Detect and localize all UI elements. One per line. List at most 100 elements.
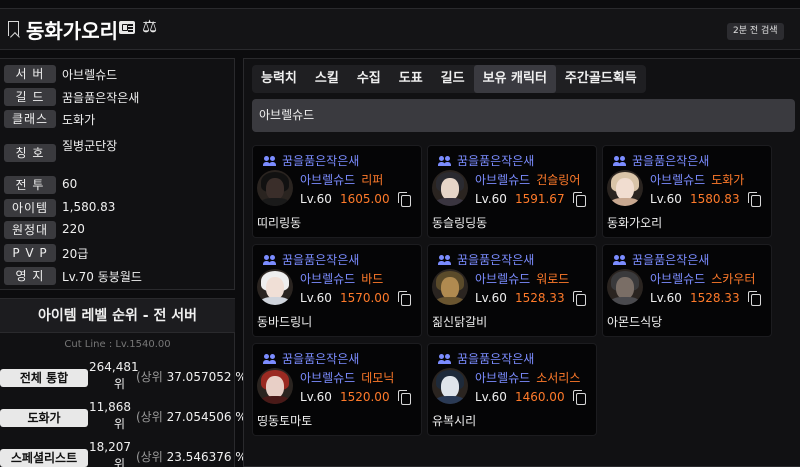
rank-label: 전체 통합	[0, 369, 88, 387]
info-label: 칭 호	[4, 144, 56, 162]
info-row-item-level: 아이템 1,580.83	[0, 197, 235, 219]
cutline-text: Cut Line : Lv.1540.00	[64, 339, 171, 350]
card-level: Lv.60 1520.00	[300, 390, 390, 404]
copy-icon[interactable]	[748, 192, 761, 207]
info-label: P V P	[4, 244, 56, 262]
avatar-face	[266, 376, 284, 398]
avatar-face	[266, 178, 284, 200]
info-label: 전 투	[4, 176, 56, 194]
copy-icon[interactable]	[573, 390, 586, 405]
character-card[interactable]: 꿈을품은작은새 아브렐슈드 리퍼 Lv.60 1605.00 띠리링동	[252, 145, 422, 238]
card-server-class: 아브렐슈드 건슬링어	[475, 173, 581, 187]
copy-icon[interactable]	[398, 192, 411, 207]
rank-number: 18,207 위	[89, 440, 131, 467]
card-character-name: 동바드링니	[257, 315, 313, 329]
character-card[interactable]: 꿈을품은작은새 아브렐슈드 건슬링어 Lv.60 1591.67 동슬링딩동	[427, 145, 597, 238]
card-character-name: 동슬링딩동	[432, 216, 488, 230]
main-panel: 능력치 스킬 수집 도표 길드 보유 캐릭터 주간골드획득 아브렐슈드 꿈을품은…	[243, 58, 800, 467]
card-guild[interactable]: 꿈을품은작은새	[263, 350, 359, 367]
info-value: 질병군단장	[62, 139, 118, 153]
card-guild[interactable]: 꿈을품은작은새	[438, 350, 534, 367]
copy-icon[interactable]	[398, 390, 411, 405]
avatar	[432, 368, 468, 404]
info-row-guild: 길 드 꿈을품은작은새	[0, 86, 235, 108]
info-row-expedition: 원정대 220	[0, 219, 235, 241]
info-row-estate: 영 지 Lv.70 동붕월드	[0, 265, 235, 287]
card-guild[interactable]: 꿈을품은작은새	[438, 152, 534, 169]
tab-guild[interactable]: 길드	[432, 65, 474, 93]
character-card[interactable]: 꿈을품은작은새 아브렐슈드 소서리스 Lv.60 1460.00 유복시리	[427, 343, 597, 436]
character-info-panel: 서 버 아브렐슈드 길 드 꿈을품은작은새 클래스 도화가 칭 호 질병군단장 …	[0, 58, 235, 290]
avatar-body	[435, 198, 465, 206]
card-level: Lv.60 1605.00	[300, 192, 390, 206]
ranking-title: 아이템 레벨 순위 - 전 서버	[0, 299, 235, 333]
rank-label: 스페셜리스트	[0, 449, 88, 467]
card-guild[interactable]: 꿈을품은작은새	[438, 251, 534, 268]
character-card[interactable]: 꿈을품은작은새 아브렐슈드 데모닉 Lv.60 1520.00 띵동토마토	[252, 343, 422, 436]
character-card[interactable]: 꿈을품은작은새 아브렐슈드 스카우터 Lv.60 1528.33 아몬드식당	[602, 244, 772, 337]
avatar	[257, 368, 293, 404]
tab-collection[interactable]: 수집	[348, 65, 390, 93]
copy-icon[interactable]	[398, 291, 411, 306]
card-guild[interactable]: 꿈을품은작은새	[263, 152, 359, 169]
copy-icon[interactable]	[748, 291, 761, 306]
users-icon	[438, 255, 452, 265]
tab-stats[interactable]: 능력치	[252, 65, 306, 93]
avatar-body	[260, 198, 290, 206]
avatar-face	[616, 277, 634, 299]
users-icon	[613, 255, 627, 265]
info-label: 길 드	[4, 88, 56, 106]
info-row-pvp: P V P 20급	[0, 242, 235, 264]
rank-row-overall: 전체 통합 264,481 위 (상위 37.057052 %	[0, 359, 250, 399]
card-server-class: 아브렐슈드 바드	[300, 272, 384, 286]
users-icon	[263, 255, 277, 265]
rank-label: 도화가	[0, 409, 88, 427]
avatar-body	[610, 297, 640, 305]
tab-charts[interactable]: 도표	[390, 65, 432, 93]
card-level: Lv.60 1570.00	[300, 291, 390, 305]
info-value: 꿈을품은작은새	[62, 91, 140, 105]
card-server-class: 아브렐슈드 데모닉	[300, 371, 395, 385]
search-time-badge[interactable]: 2분 전 검색	[727, 23, 784, 40]
server-group-header: 아브렐슈드	[252, 99, 795, 132]
character-card[interactable]: 꿈을품은작은새 아브렐슈드 워로드 Lv.60 1528.33 짊신닭갈비	[427, 244, 597, 337]
avatar-face	[441, 376, 459, 398]
copy-icon[interactable]	[573, 291, 586, 306]
avatar-face	[266, 277, 284, 299]
card-level: Lv.60 1528.33	[475, 291, 565, 305]
avatar-face	[441, 277, 459, 299]
avatar	[607, 170, 643, 206]
info-row-combat: 전 투 60	[0, 174, 235, 196]
card-server-class: 아브렐슈드 워로드	[475, 272, 570, 286]
character-name: 동화가오리	[26, 19, 118, 43]
bookmark-icon[interactable]	[8, 21, 19, 36]
card-guild[interactable]: 꿈을품은작은새	[263, 251, 359, 268]
card-guild[interactable]: 꿈을품은작은새	[613, 152, 709, 169]
avatar-body	[610, 198, 640, 206]
avatar	[432, 269, 468, 305]
avatar-face	[441, 178, 459, 200]
avatar-body	[435, 297, 465, 305]
avatar	[257, 269, 293, 305]
tab-owned-characters[interactable]: 보유 캐릭터	[473, 65, 556, 93]
users-icon	[263, 354, 277, 364]
scale-icon[interactable]: ⚖	[142, 18, 162, 36]
character-card[interactable]: 꿈을품은작은새아브렐슈드 바드 Lv.60 1570.00 동바드링니	[252, 244, 422, 337]
card-server-class: 아브렐슈드 스카우터	[650, 272, 756, 286]
info-label: 영 지	[4, 267, 56, 285]
ranking-panel: 아이템 레벨 순위 - 전 서버 Cut Line : Lv.1540.00 전…	[0, 298, 251, 467]
profile-card-icon[interactable]	[119, 21, 135, 34]
rank-percent: (상위 27.054506 %)	[136, 410, 252, 424]
card-character-name: 동화가오리	[607, 216, 663, 230]
character-card[interactable]: 꿈을품은작은새 아브렐슈드 도화가 Lv.60 1580.83 동화가오리	[602, 145, 772, 238]
copy-icon[interactable]	[573, 192, 586, 207]
rank-row-class: 도화가 11,868 위 (상위 27.054506 %)	[0, 399, 252, 439]
card-level: Lv.60 1460.00	[475, 390, 565, 404]
info-value: 아브렐슈드	[62, 68, 118, 82]
character-header: 동화가오리 ⚖ 2분 전 검색	[0, 8, 800, 50]
tab-weekly-gold[interactable]: 주간골드획득	[556, 65, 646, 93]
card-guild[interactable]: 꿈을품은작은새	[613, 251, 709, 268]
card-character-name: 아몬드식당	[607, 315, 663, 329]
tab-skills[interactable]: 스킬	[306, 65, 348, 93]
info-label: 서 버	[4, 65, 56, 83]
